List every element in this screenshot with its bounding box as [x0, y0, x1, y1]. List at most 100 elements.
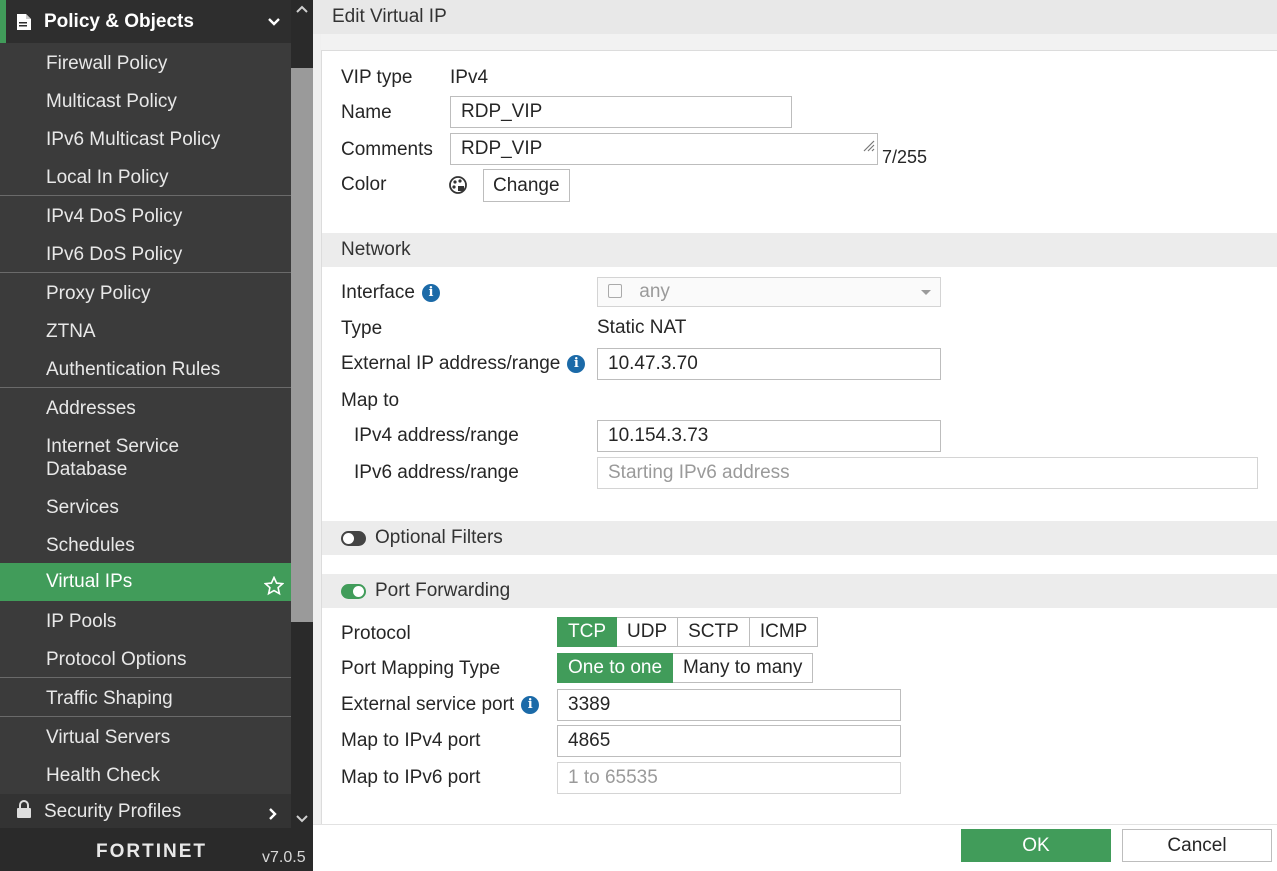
external-ip-label-text: External IP address/range	[341, 353, 561, 374]
type-value: Static NAT	[597, 317, 687, 338]
optional-filters-header: Optional Filters	[322, 521, 1277, 555]
comments-textarea[interactable]: RDP_VIP	[450, 133, 878, 165]
nav-divider	[0, 195, 291, 196]
sidebar-item-traffic-shaping[interactable]: Traffic Shaping	[0, 687, 291, 710]
policy-document-icon	[16, 13, 32, 31]
sidebar-item-ipv6-dos-policy[interactable]: IPv6 DoS Policy	[0, 243, 291, 266]
sidebar-item-authentication-rules[interactable]: Authentication Rules	[0, 358, 291, 381]
scroll-up-icon[interactable]	[295, 0, 309, 14]
sidebar: Policy & Objects Firewall Policy Multica…	[0, 0, 313, 871]
name-input[interactable]: RDP_VIP	[450, 96, 792, 128]
interface-checkbox[interactable]	[608, 284, 622, 298]
sidebar-item-addresses[interactable]: Addresses	[0, 397, 291, 420]
sidebar-item-virtual-ips[interactable]: Virtual IPs	[0, 563, 291, 601]
nav-divider	[0, 677, 291, 678]
map-to-label: Map to	[341, 390, 400, 411]
protocol-icmp-button[interactable]: ICMP	[749, 617, 819, 647]
protocol-label: Protocol	[341, 623, 411, 644]
name-label: Name	[341, 102, 392, 123]
external-service-port-input[interactable]: 3389	[557, 689, 901, 721]
network-heading: Network	[341, 239, 411, 260]
map-ipv6-port-label: Map to IPv6 port	[341, 767, 481, 788]
nav-divider	[0, 387, 291, 388]
sidebar-item-multicast-policy[interactable]: Multicast Policy	[0, 90, 291, 113]
mapping-one-to-one-button[interactable]: One to one	[557, 653, 674, 683]
nav-section-title: Policy & Objects	[44, 10, 194, 32]
sidebar-item-protocol-options[interactable]: Protocol Options	[0, 648, 291, 671]
dropdown-caret-icon[interactable]	[920, 278, 932, 315]
external-ip-input[interactable]: 10.47.3.70	[597, 348, 941, 380]
ipv4-range-input[interactable]: 10.154.3.73	[597, 420, 941, 452]
chevron-down-icon[interactable]	[267, 13, 281, 35]
port-forwarding-label: Port Forwarding	[375, 580, 511, 601]
port-mapping-type-label: Port Mapping Type	[341, 658, 501, 679]
protocol-sctp-button[interactable]: SCTP	[678, 617, 750, 647]
nav-section-policy-objects[interactable]: Policy & Objects	[0, 0, 291, 43]
sidebar-item-local-in-policy[interactable]: Local In Policy	[0, 166, 291, 189]
fortinet-logo: FORTINET	[96, 838, 216, 867]
interface-label-text: Interface	[341, 282, 415, 303]
sidebar-item-ip-pools[interactable]: IP Pools	[0, 610, 291, 633]
interface-select[interactable]: any	[597, 277, 941, 307]
nav-divider	[0, 716, 291, 717]
scroll-down-icon[interactable]	[295, 810, 309, 824]
main-panel: Edit Virtual IP VIP type IPv4 Name RDP_V…	[313, 0, 1277, 871]
network-section-header: Network	[322, 233, 1277, 267]
panel-gutter	[313, 34, 321, 824]
protocol-tcp-button[interactable]: TCP	[557, 617, 617, 647]
mapping-many-to-many-button[interactable]: Many to many	[673, 653, 814, 683]
map-ipv4-port-input[interactable]: 4865	[557, 725, 901, 757]
info-icon[interactable]: i	[567, 355, 586, 373]
sidebar-item-internet-service-database[interactable]: Internet Service Database	[0, 435, 291, 481]
comments-counter: 7/255	[882, 147, 928, 167]
nav-divider	[0, 272, 291, 273]
sidebar-item-proxy-policy[interactable]: Proxy Policy	[0, 282, 291, 305]
map-ipv4-port-label: Map to IPv4 port	[341, 730, 481, 751]
svg-text:FORTINET: FORTINET	[96, 841, 207, 862]
sidebar-scroll-thumb[interactable]	[291, 68, 313, 622]
external-service-port-label-text: External service port	[341, 694, 515, 715]
resize-handle-icon[interactable]	[861, 132, 875, 162]
vip-type-value: IPv4	[450, 67, 489, 88]
sidebar-item-schedules[interactable]: Schedules	[0, 534, 291, 557]
vip-type-label: VIP type	[341, 67, 413, 88]
optional-filters-toggle[interactable]	[341, 530, 366, 546]
comments-label: Comments	[341, 139, 433, 160]
map-ipv6-port-input[interactable]: 1 to 65535	[557, 762, 901, 794]
ok-button[interactable]: OK	[961, 829, 1111, 862]
sidebar-item-virtual-servers[interactable]: Virtual Servers	[0, 726, 291, 749]
panel-shade	[313, 34, 1277, 50]
cancel-button[interactable]: Cancel	[1122, 829, 1272, 862]
interface-label: Interface i	[341, 282, 440, 304]
port-mapping-type-selector: One to one Many to many	[557, 653, 814, 683]
comments-text: RDP_VIP	[461, 138, 543, 159]
chevron-right-icon[interactable]	[267, 805, 279, 827]
color-label: Color	[341, 174, 387, 195]
ipv4-range-label: IPv4 address/range	[354, 425, 519, 446]
sidebar-item-firewall-policy[interactable]: Firewall Policy	[0, 52, 291, 75]
protocol-selector: TCP UDP SCTP ICMP	[557, 617, 819, 647]
sidebar-item-services[interactable]: Services	[0, 496, 291, 519]
ipv6-range-input[interactable]: Starting IPv6 address	[597, 457, 1258, 489]
change-color-button[interactable]: Change	[483, 169, 570, 202]
port-forwarding-toggle[interactable]	[341, 583, 366, 599]
port-forwarding-header: Port Forwarding	[322, 574, 1277, 608]
sidebar-item-label: Virtual IPs	[46, 571, 133, 592]
interface-value: any	[639, 281, 670, 302]
page-title: Edit Virtual IP	[313, 0, 1277, 34]
edit-vip-form: VIP type IPv4 Name RDP_VIP Comments RDP_…	[321, 50, 1277, 824]
lock-icon	[16, 800, 32, 824]
nav-section-title: Security Profiles	[44, 801, 182, 822]
nav-section-security-profiles[interactable]: Security Profiles	[0, 794, 291, 830]
type-label: Type	[341, 318, 383, 339]
external-service-port-label: External service port i	[341, 694, 540, 716]
sidebar-item-ztna[interactable]: ZTNA	[0, 320, 291, 343]
info-icon[interactable]: i	[521, 696, 540, 714]
star-icon[interactable]	[263, 572, 285, 610]
sidebar-item-ipv6-multicast-policy[interactable]: IPv6 Multicast Policy	[0, 128, 291, 151]
ipv6-range-label: IPv6 address/range	[354, 462, 519, 483]
protocol-udp-button[interactable]: UDP	[617, 617, 679, 647]
sidebar-item-health-check[interactable]: Health Check	[0, 764, 291, 787]
info-icon[interactable]: i	[421, 284, 440, 302]
sidebar-item-ipv4-dos-policy[interactable]: IPv4 DoS Policy	[0, 205, 291, 228]
